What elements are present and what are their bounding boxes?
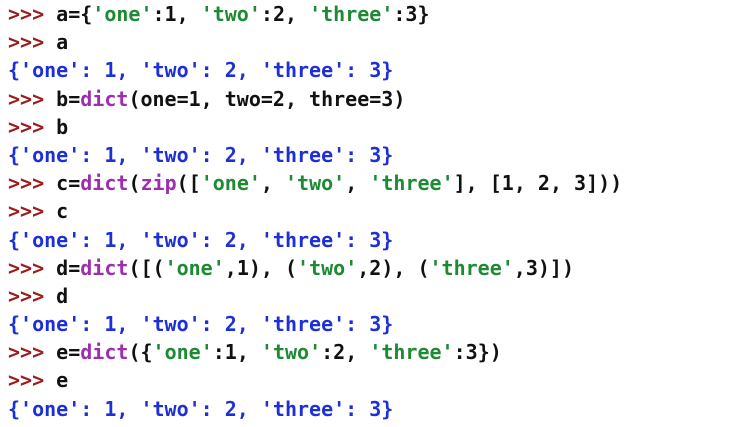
string-literal: 'three' (369, 171, 454, 196)
code-text: ], [1, 2, 3])) (453, 171, 623, 196)
output-text: {'one': 1, 'two': 2, 'three': 3} (8, 312, 394, 337)
prompt-marker: >>> (8, 114, 57, 139)
output-line: {'one': 1, 'two': 2, 'three': 3} (8, 56, 737, 84)
builtin-name: dict (80, 86, 129, 111)
string-literal: 'three' (309, 2, 394, 26)
code-text: ([ (176, 171, 201, 196)
code-text: c= (56, 171, 81, 196)
prompt-marker: >>> (8, 199, 57, 224)
prompt-marker: >>> (8, 368, 57, 393)
output-text: {'one': 1, 'two': 2, 'three': 3} (8, 396, 394, 421)
string-literal: 'three' (429, 255, 514, 280)
input-line: >>> c (8, 197, 737, 225)
output-text: {'one': 1, 'two': 2, 'three': 3} (8, 58, 394, 83)
input-line: >>> a={'one':1, 'two':2, 'three':3} (8, 0, 737, 28)
input-line: >>> e (8, 366, 737, 394)
code-text: :2, (321, 340, 370, 365)
string-literal: 'one' (164, 255, 225, 280)
input-line: >>> d (8, 282, 737, 310)
code-text: ,3)]) (513, 255, 575, 280)
code-text: :1, (212, 340, 261, 365)
prompt-marker: >>> (8, 255, 57, 280)
string-literal: 'three' (369, 340, 454, 365)
prompt-marker: >>> (8, 2, 57, 26)
input-line: >>> c=dict(zip(['one', 'two', 'three'], … (8, 169, 737, 197)
builtin-name: dict (80, 340, 129, 365)
string-literal: 'two' (260, 340, 322, 365)
input-line: >>> b=dict(one=1, two=2, three=3) (8, 85, 737, 113)
code-text: c (56, 199, 69, 224)
string-literal: 'two' (285, 171, 346, 196)
code-text: (one=1, two=2, three=3) (128, 86, 406, 111)
prompt-marker: >>> (8, 30, 57, 55)
code-text: a (56, 30, 69, 55)
string-literal: 'one' (152, 340, 213, 365)
output-line: {'one': 1, 'two': 2, 'three': 3} (8, 395, 737, 423)
code-text: :1, (152, 2, 201, 26)
code-text: ,2), ( (357, 255, 430, 280)
code-text: , (260, 171, 286, 196)
code-text: b (56, 114, 69, 139)
string-literal: 'one' (92, 2, 153, 26)
code-text: :3} (393, 2, 430, 26)
code-text: :2, (260, 2, 310, 26)
string-literal: 'one' (200, 171, 261, 196)
prompt-marker: >>> (8, 340, 57, 365)
code-text: d= (56, 255, 81, 280)
prompt-marker: >>> (8, 86, 57, 111)
prompt-marker: >>> (8, 283, 57, 308)
code-text: ({ (128, 340, 153, 365)
input-line: >>> b (8, 113, 737, 141)
python-shell[interactable]: >>> a={'one':1, 'two':2, 'three':3} >>> a… (0, 0, 737, 427)
output-line: {'one': 1, 'two': 2, 'three': 3} (8, 141, 737, 169)
output-line: {'one': 1, 'two': 2, 'three': 3} (8, 310, 737, 338)
code-text: , (345, 171, 370, 196)
code-text: ( (128, 171, 141, 196)
input-line: >>> d=dict([('one',1), ('two',2), ('thre… (8, 254, 737, 282)
code-text: a={ (56, 2, 93, 26)
input-line: >>> e=dict({'one':1, 'two':2, 'three':3}… (8, 338, 737, 366)
code-text: ([( (128, 255, 165, 280)
code-text: ,1), ( (224, 255, 298, 280)
string-literal: 'two' (200, 2, 261, 26)
builtin-name: dict (80, 255, 129, 280)
output-line: {'one': 1, 'two': 2, 'three': 3} (8, 226, 737, 254)
code-text: :3}) (453, 340, 502, 365)
code-text: b= (56, 86, 81, 111)
code-text: e (56, 368, 69, 393)
output-text: {'one': 1, 'two': 2, 'three': 3} (8, 142, 394, 167)
input-line: >>> a (8, 28, 737, 56)
prompt-marker: >>> (8, 171, 57, 196)
builtin-name: dict (80, 171, 129, 196)
code-text: e= (56, 340, 81, 365)
string-literal: 'two' (297, 255, 358, 280)
output-text: {'one': 1, 'two': 2, 'three': 3} (8, 227, 394, 252)
code-text: d (56, 283, 69, 308)
builtin-name: zip (140, 171, 177, 196)
